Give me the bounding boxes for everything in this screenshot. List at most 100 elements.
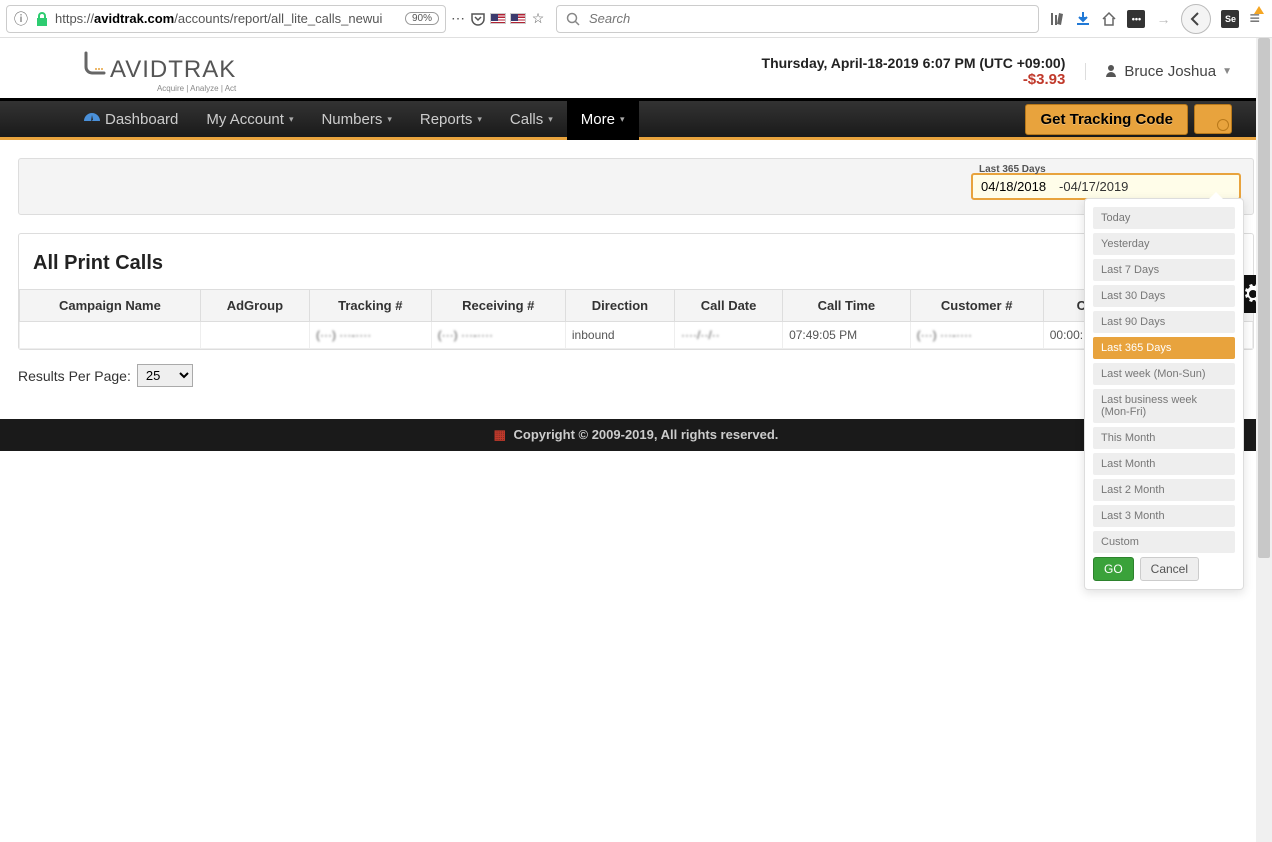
table-header-row: Campaign Name AdGroup Tracking # Receivi…	[20, 290, 1253, 322]
back-button[interactable]	[1181, 4, 1211, 34]
dashboard-icon	[84, 113, 100, 125]
caret-icon: ▾	[387, 114, 392, 125]
menu-icon[interactable]: ≡	[1249, 8, 1260, 29]
cell-calldate: ····/··/··	[675, 322, 783, 349]
dd-last2month[interactable]: Last 2 Month	[1093, 479, 1235, 501]
logo-tagline: Acquire | Analyze | Act	[80, 84, 236, 93]
header-datetime: Thursday, April-18-2019 6:07 PM (UTC +09…	[762, 55, 1066, 71]
dd-lastweek[interactable]: Last week (Mon-Sun)	[1093, 363, 1235, 385]
nav-label: Dashboard	[105, 111, 178, 128]
results-select[interactable]: 25	[137, 364, 193, 387]
cell-tracking: (···) ···-····	[309, 322, 431, 349]
logo-icon	[80, 49, 108, 77]
col-campaign[interactable]: Campaign Name	[20, 290, 201, 322]
nav-label: Calls	[510, 111, 543, 128]
date-range-label: Last 365 Days	[979, 164, 1046, 175]
date-from-input[interactable]	[981, 179, 1059, 194]
scrollbar-thumb[interactable]	[1258, 38, 1270, 558]
lock-icon	[34, 11, 50, 27]
forward-icon[interactable]: →	[1155, 11, 1171, 27]
footer: ▦ Copyright © 2009-2019, All rights rese…	[0, 419, 1272, 451]
dd-last7[interactable]: Last 7 Days	[1093, 259, 1235, 281]
dd-lastmonth[interactable]: Last Month	[1093, 453, 1235, 475]
col-tracking[interactable]: Tracking #	[309, 290, 431, 322]
library-icon[interactable]	[1049, 11, 1065, 27]
dd-yesterday[interactable]: Yesterday	[1093, 233, 1235, 255]
main-nav: Dashboard My Account▾ Numbers▾ Reports▾ …	[0, 98, 1272, 140]
cell-customer: (···) ···-····	[910, 322, 1043, 349]
cell-adgroup	[200, 322, 309, 349]
date-range-wrap: Last 365 Days - 04/17/2019	[971, 173, 1241, 200]
url-text: https://avidtrak.com/accounts/report/all…	[55, 11, 400, 26]
col-receiving[interactable]: Receiving #	[431, 290, 565, 322]
browser-right-icons: ••• → Se ≡	[1043, 4, 1266, 34]
user-name: Bruce Joshua	[1124, 63, 1216, 80]
app-header: AVIDTRAK Acquire | Analyze | Act Thursda…	[0, 38, 1272, 98]
zoom-badge[interactable]: 90%	[405, 12, 439, 25]
selenium-icon[interactable]: Se	[1221, 10, 1239, 28]
filter-bar: Last 365 Days - 04/17/2019	[18, 158, 1254, 215]
browser-search-bar[interactable]	[556, 5, 1039, 33]
date-range-dropdown: Today Yesterday Last 7 Days Last 30 Days…	[1084, 198, 1244, 590]
logo-text: AVIDTRAK	[110, 56, 236, 84]
user-menu[interactable]: Bruce Joshua ▼	[1085, 63, 1232, 80]
url-bar[interactable]: ⓘ https://avidtrak.com/accounts/report/a…	[6, 5, 446, 33]
col-calltime[interactable]: Call Time	[783, 290, 911, 322]
info-icon[interactable]: ⓘ	[13, 11, 29, 27]
browser-toolbar: ⓘ https://avidtrak.com/accounts/report/a…	[0, 0, 1272, 38]
caret-icon: ▾	[548, 114, 553, 125]
cancel-button[interactable]: Cancel	[1140, 557, 1199, 581]
col-direction[interactable]: Direction	[565, 290, 674, 322]
nav-reports[interactable]: Reports ▾	[406, 98, 496, 140]
dd-last365[interactable]: Last 365 Days	[1093, 337, 1235, 359]
caret-icon: ▾	[477, 114, 482, 125]
dd-custom[interactable]: Custom	[1093, 531, 1235, 553]
panel-title: All Print Calls	[19, 234, 1253, 289]
dd-last90[interactable]: Last 90 Days	[1093, 311, 1235, 333]
logo[interactable]: AVIDTRAK Acquire | Analyze | Act	[80, 49, 236, 93]
nav-label: More	[581, 111, 615, 128]
nav-calls[interactable]: Calls ▾	[496, 98, 567, 140]
col-adgroup[interactable]: AdGroup	[200, 290, 309, 322]
star-icon[interactable]: ☆	[530, 11, 546, 27]
extension-icon[interactable]: •••	[1127, 10, 1145, 28]
dd-today[interactable]: Today	[1093, 207, 1235, 229]
caret-icon: ▾	[620, 114, 625, 125]
results-label: Results Per Page:	[18, 368, 131, 384]
date-range-field[interactable]: - 04/17/2019	[971, 173, 1241, 200]
dd-last3month[interactable]: Last 3 Month	[1093, 505, 1235, 527]
nav-label: Numbers	[321, 111, 382, 128]
col-calldate[interactable]: Call Date	[675, 290, 783, 322]
nav-label: My Account	[206, 111, 284, 128]
nav-myaccount[interactable]: My Account ▾	[192, 98, 307, 140]
calls-panel: All Print Calls Campaign Name AdGroup Tr…	[18, 233, 1254, 350]
download-icon[interactable]	[1075, 11, 1091, 27]
more-dots-icon[interactable]: ⋯	[450, 11, 466, 27]
browser-search-input[interactable]	[589, 11, 1030, 26]
nav-numbers[interactable]: Numbers ▾	[307, 98, 405, 140]
go-button[interactable]: GO	[1093, 557, 1134, 581]
cell-receiving: (···) ···-····	[431, 322, 565, 349]
dd-thismonth[interactable]: This Month	[1093, 427, 1235, 449]
search-icon	[565, 11, 581, 27]
caret-icon: ▾	[289, 114, 294, 125]
cell-calltime: 07:49:05 PM	[783, 322, 911, 349]
flag-us-icon[interactable]	[490, 13, 506, 24]
pocket-icon[interactable]	[470, 11, 486, 27]
tracking-icon[interactable]	[1194, 104, 1232, 134]
dd-lastbusweek[interactable]: Last business week (Mon-Fri)	[1093, 389, 1235, 423]
nav-more[interactable]: More ▾	[567, 98, 639, 140]
dd-last30[interactable]: Last 30 Days	[1093, 285, 1235, 307]
nav-label: Reports	[420, 111, 473, 128]
home-icon[interactable]	[1101, 11, 1117, 27]
nav-dashboard[interactable]: Dashboard	[70, 98, 192, 140]
date-to: 04/17/2019	[1063, 179, 1128, 194]
col-customer[interactable]: Customer #	[910, 290, 1043, 322]
header-balance: -$3.93	[762, 71, 1066, 88]
table-row[interactable]: (···) ···-···· (···) ···-···· inbound ··…	[20, 322, 1253, 349]
scrollbar[interactable]	[1256, 38, 1272, 842]
chevron-down-icon: ▼	[1222, 66, 1232, 77]
flag-us-icon-2[interactable]	[510, 13, 526, 24]
get-tracking-code-button[interactable]: Get Tracking Code	[1025, 104, 1188, 135]
cell-campaign	[20, 322, 201, 349]
